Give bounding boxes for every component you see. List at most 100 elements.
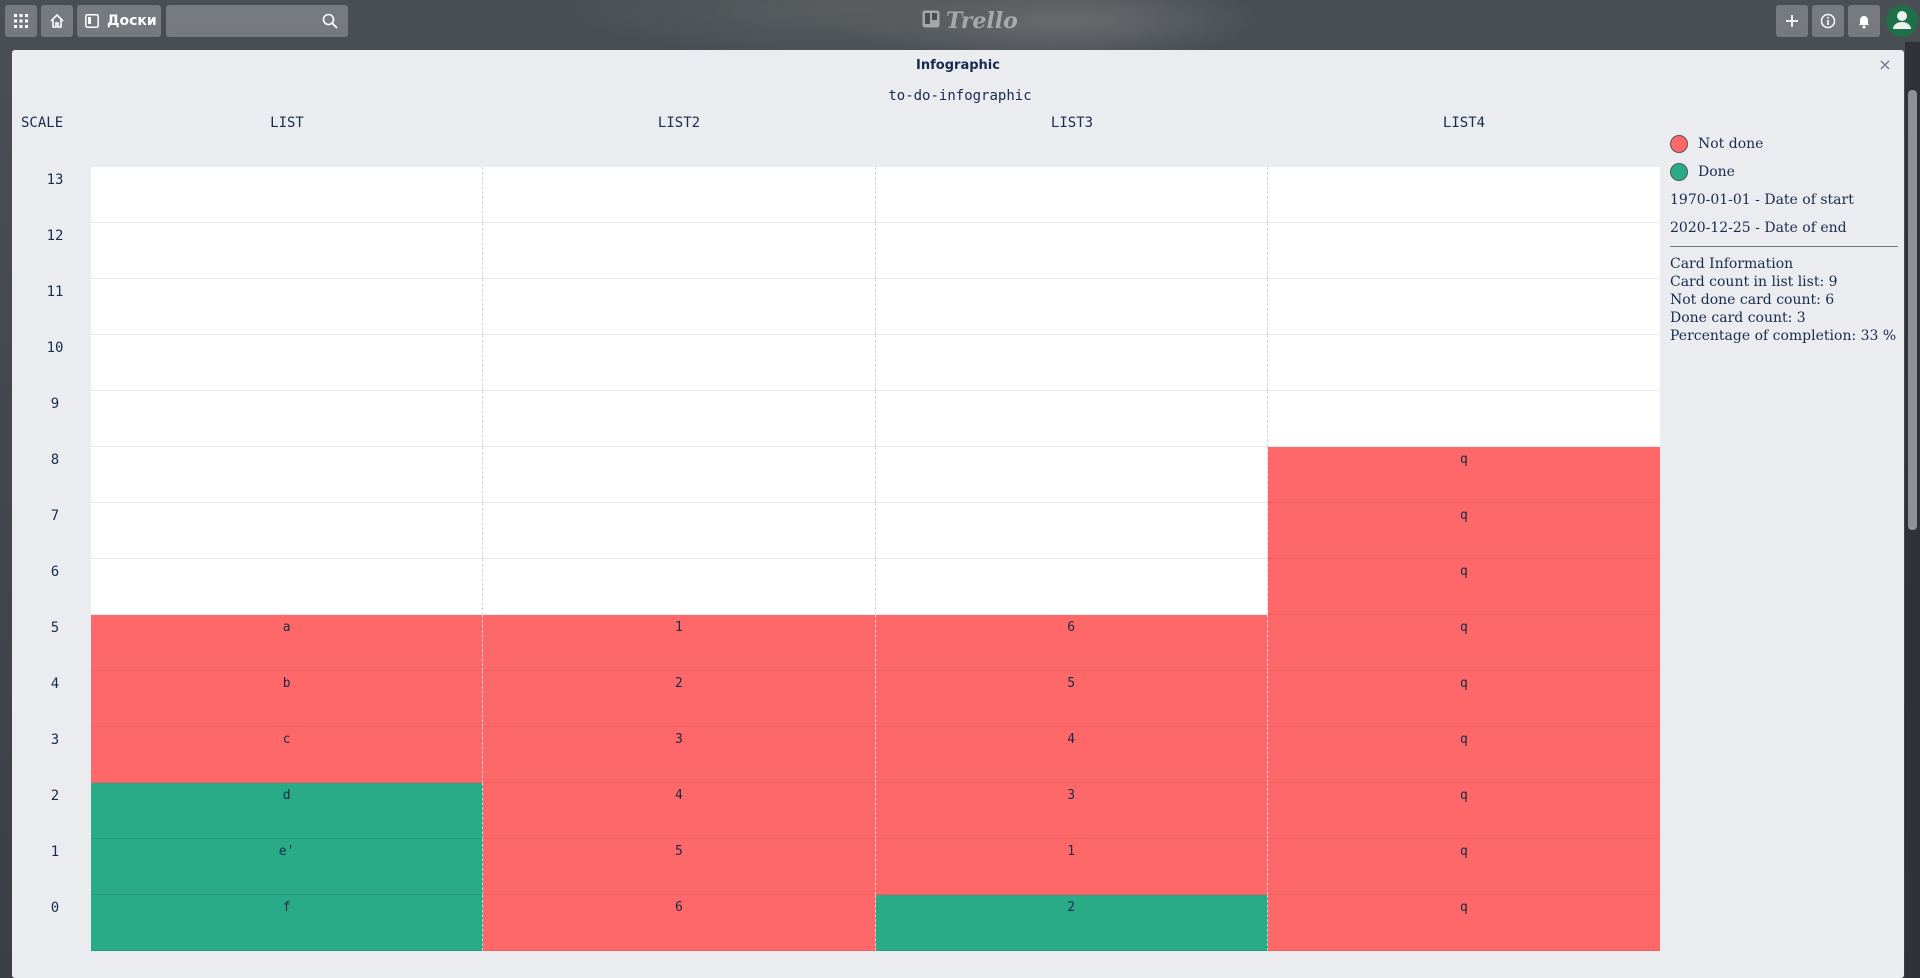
- trello-logo-icon: [922, 8, 940, 34]
- card-cell-not-done[interactable]: b: [91, 671, 484, 727]
- apps-menu-button[interactable]: [5, 5, 37, 37]
- board-icon: [85, 14, 99, 28]
- empty-cell: [1267, 335, 1660, 391]
- close-icon: ×: [1878, 55, 1892, 74]
- empty-cell: [1267, 279, 1660, 335]
- empty-cell: [875, 559, 1268, 615]
- empty-cell: [875, 167, 1268, 223]
- scale-tick: 11: [46, 284, 64, 300]
- empty-cell: [91, 279, 484, 335]
- grid-icon: [14, 14, 28, 28]
- card-cell-not-done[interactable]: q: [1267, 615, 1660, 671]
- card-cell-not-done[interactable]: q: [1267, 783, 1660, 839]
- done-dot: [1670, 163, 1688, 181]
- avatar[interactable]: [1886, 5, 1918, 37]
- card-cell-not-done[interactable]: 5: [875, 671, 1268, 727]
- card-cell-done[interactable]: d: [91, 783, 484, 839]
- bell-icon: [1856, 13, 1872, 29]
- empty-cell: [483, 167, 876, 223]
- not-done-dot: [1670, 135, 1688, 153]
- card-cell-not-done[interactable]: 1: [483, 615, 876, 671]
- trello-logo[interactable]: Trello: [922, 8, 1018, 34]
- infographic-modal: Infographic × to-do-infographic SCALE LI…: [12, 50, 1904, 978]
- empty-cell: [483, 559, 876, 615]
- card-cell-not-done[interactable]: q: [1267, 727, 1660, 783]
- start-date: 1970-01-01 - Date of start: [1670, 192, 1854, 208]
- card-cell-not-done[interactable]: q: [1267, 503, 1660, 559]
- modal-title: Infographic: [916, 58, 1000, 73]
- search-input[interactable]: [166, 5, 348, 37]
- card-cell-not-done[interactable]: a: [91, 615, 484, 671]
- plus-icon: [1784, 13, 1800, 29]
- empty-cell: [483, 503, 876, 559]
- user-icon: [1890, 7, 1914, 35]
- card-cell-not-done[interactable]: 1: [875, 839, 1268, 895]
- empty-cell: [483, 335, 876, 391]
- card-cell-not-done[interactable]: 4: [483, 783, 876, 839]
- scale-tick: 10: [46, 340, 64, 356]
- card-cell-not-done[interactable]: q: [1267, 839, 1660, 895]
- card-cell-not-done[interactable]: 6: [483, 895, 876, 951]
- scale-tick: 8: [50, 452, 60, 468]
- search-icon: [322, 13, 338, 33]
- scale-header: SCALE: [21, 115, 64, 131]
- close-button[interactable]: ×: [1876, 56, 1894, 74]
- card-info-title: Card Information: [1670, 256, 1794, 272]
- card-cell-done[interactable]: f: [91, 895, 484, 951]
- boards-button[interactable]: Доски: [77, 5, 161, 37]
- page-scrollbar-thumb[interactable]: [1908, 90, 1917, 530]
- done-count: Done card count: 3: [1670, 310, 1806, 326]
- legend-divider: [1670, 246, 1898, 247]
- empty-cell: [91, 167, 484, 223]
- card-cell-not-done[interactable]: q: [1267, 559, 1660, 615]
- completion-percentage: Percentage of completion: 33 %: [1670, 328, 1897, 344]
- empty-cell: [91, 391, 484, 447]
- trello-logo-text: Trello: [946, 8, 1018, 34]
- legend-not-done: Not done: [1670, 130, 1898, 158]
- empty-cell: [91, 223, 484, 279]
- card-cell-not-done[interactable]: 3: [875, 783, 1268, 839]
- card-cell-not-done[interactable]: 6: [875, 615, 1268, 671]
- infographic-grid: a b c d e' f 1 2 3 4 5 6 6 5 4 3 1 2 q q q q q q q q q: [91, 167, 1660, 951]
- card-cell-not-done[interactable]: q: [1267, 447, 1660, 503]
- empty-cell: [91, 335, 484, 391]
- empty-cell: [91, 503, 484, 559]
- scale-tick: 6: [50, 564, 60, 580]
- done-label: Done: [1698, 164, 1735, 180]
- scale-tick: 1: [50, 844, 60, 860]
- information-button[interactable]: [1812, 5, 1844, 37]
- not-done-count: Not done card count: 6: [1670, 292, 1835, 308]
- card-cell-not-done[interactable]: c: [91, 727, 484, 783]
- card-cell-not-done[interactable]: 2: [483, 671, 876, 727]
- card-cell-not-done[interactable]: q: [1267, 671, 1660, 727]
- scale-tick: 12: [46, 228, 64, 244]
- empty-cell: [875, 279, 1268, 335]
- card-cell-done[interactable]: e': [91, 839, 484, 895]
- notifications-button[interactable]: [1848, 5, 1880, 37]
- end-date: 2020-12-25 - Date of end: [1670, 220, 1847, 236]
- legend-done: Done: [1670, 158, 1898, 186]
- empty-cell: [875, 503, 1268, 559]
- create-button[interactable]: [1776, 5, 1808, 37]
- not-done-label: Not done: [1698, 136, 1764, 152]
- scale-tick: 4: [50, 676, 60, 692]
- list-header-4: LIST4: [1442, 115, 1486, 131]
- empty-cell: [875, 223, 1268, 279]
- home-button[interactable]: [41, 5, 73, 37]
- scale-tick: 0: [50, 900, 60, 916]
- empty-cell: [1267, 223, 1660, 279]
- card-cell-done[interactable]: 2: [875, 895, 1268, 951]
- card-cell-not-done[interactable]: 3: [483, 727, 876, 783]
- card-count: Card count in list list: 9: [1670, 274, 1838, 290]
- list-header-3: LIST3: [1050, 115, 1094, 131]
- empty-cell: [875, 391, 1268, 447]
- card-cell-not-done[interactable]: 5: [483, 839, 876, 895]
- card-cell-not-done[interactable]: q: [1267, 895, 1660, 951]
- card-cell-not-done[interactable]: 4: [875, 727, 1268, 783]
- empty-cell: [875, 447, 1268, 503]
- empty-cell: [483, 447, 876, 503]
- info-icon: [1820, 13, 1836, 29]
- scale-tick: 13: [46, 172, 64, 188]
- infographic-title: to-do-infographic: [888, 88, 1032, 104]
- empty-cell: [91, 447, 484, 503]
